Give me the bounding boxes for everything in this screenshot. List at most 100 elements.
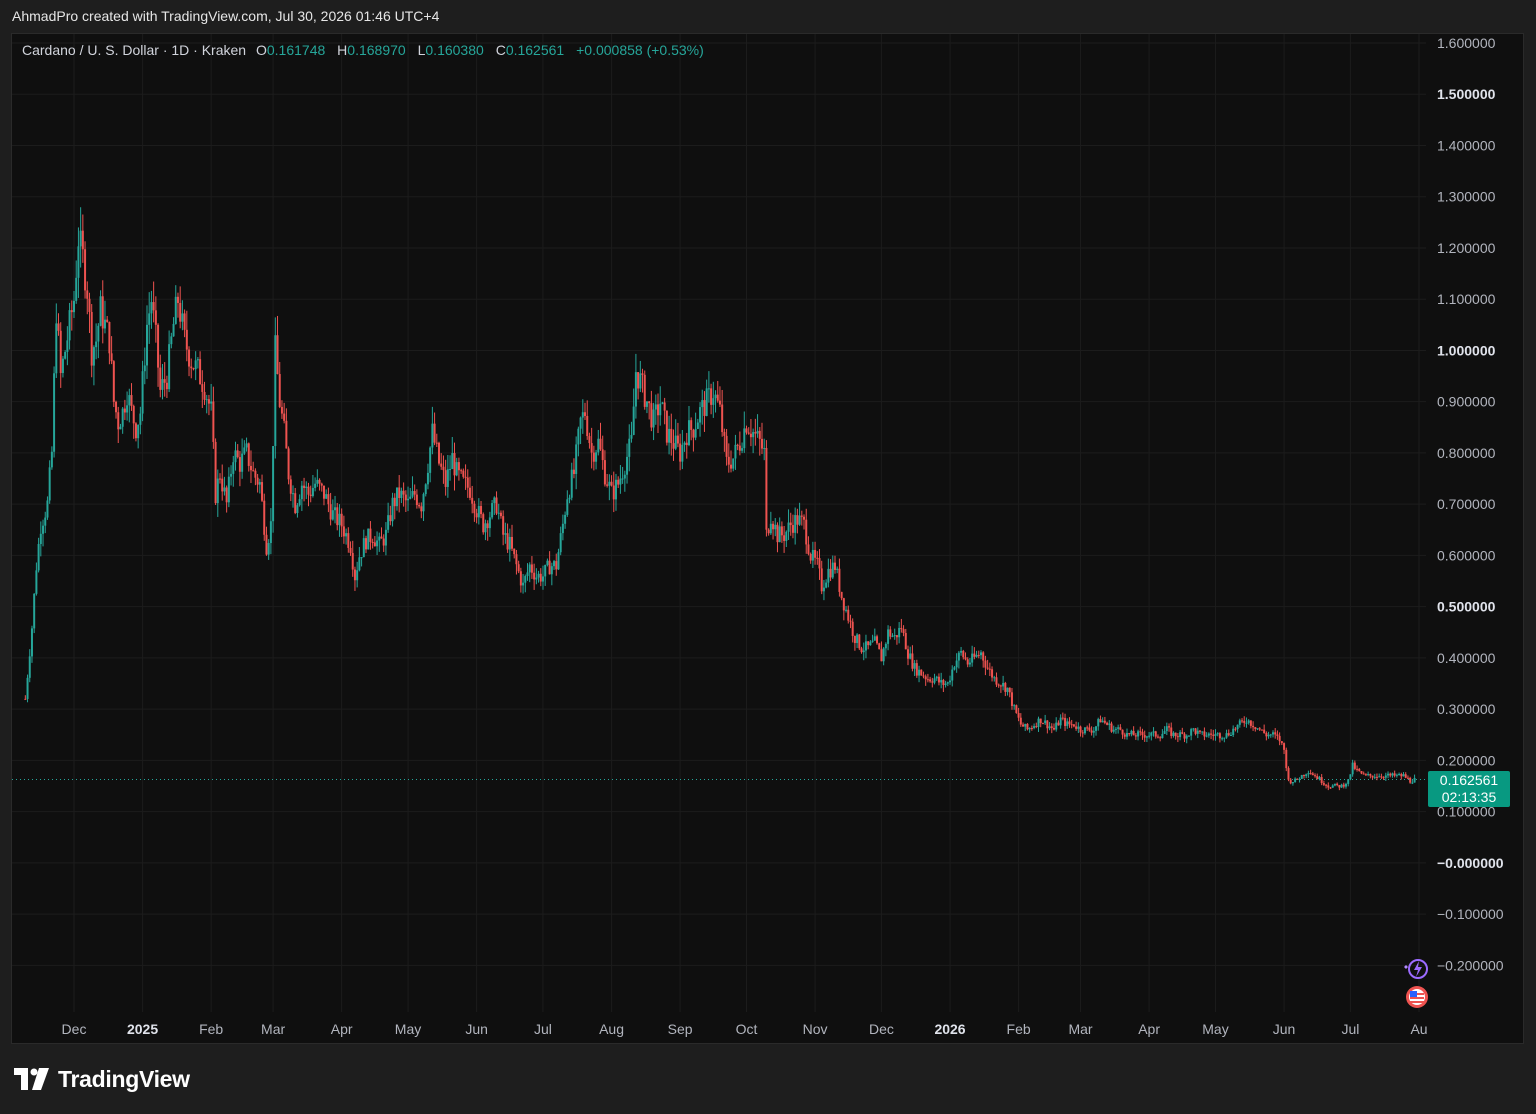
candle-body [367,528,370,550]
candle [247,442,250,472]
candle [860,646,863,654]
tradingview-logo[interactable]: TradingView [14,1064,190,1094]
candle [911,645,914,672]
candle-body [918,669,921,676]
candle-body [126,405,129,413]
candle-body [674,435,677,449]
candle [679,433,682,471]
candle [367,528,370,550]
candle-body [734,444,737,459]
candle [1137,729,1140,741]
candle-body [986,667,989,669]
candle [789,512,792,536]
candle-body [822,587,825,592]
candle [497,503,500,520]
candle-body [1245,722,1248,724]
candle [716,380,719,403]
candle-body [320,483,323,486]
candle [701,389,704,425]
candle [1252,721,1255,731]
candle-body [132,406,135,424]
candle-body [878,643,881,650]
candle [1088,723,1091,732]
chart-panel[interactable]: 1.600000 1.500000 1.400000 1.300000 1.200000… [11,33,1524,1044]
candle [904,628,907,650]
candle-body [683,442,686,445]
candle-body [1269,734,1272,736]
candle-body [800,515,803,517]
time-tick-label: Jul [534,1021,552,1037]
candle [1409,776,1412,784]
candle [26,674,29,703]
candle-body [278,374,281,407]
candle-body [146,324,149,366]
us-flag-icon[interactable] [1405,985,1429,1009]
candle-body [462,470,465,477]
candle-body [360,557,363,559]
candle [1057,720,1060,726]
candle [137,424,140,449]
candle [1123,732,1126,740]
candle-body [730,464,733,469]
price-axis[interactable]: 1.600000 1.500000 1.400000 1.300000 1.200000… [1437,35,1504,973]
lightning-icon[interactable] [1400,955,1430,983]
candle-body [1050,726,1053,728]
candle-body [115,401,118,413]
candle-body [373,542,376,547]
candle [805,508,808,554]
candle-body [1187,735,1190,737]
candle-body [95,341,98,348]
candle [798,502,801,526]
candle-body [811,549,814,561]
candle-body [1041,723,1044,725]
candle [623,470,626,492]
candle-body [590,443,593,453]
candle-body [780,526,783,536]
candle [659,386,662,426]
candle [1192,727,1195,732]
time-tick-label: Dec [62,1021,87,1037]
candle-body [1004,682,1007,692]
candle [590,427,593,469]
time-tick-label: May [395,1021,421,1037]
candle [112,360,115,408]
candle-body [256,477,259,485]
candle [232,455,235,487]
candle-body [1236,724,1239,730]
candle [570,462,573,501]
candle [1387,771,1390,779]
candle [1210,729,1213,740]
candle-body [1320,777,1323,784]
candle-body [64,351,67,359]
candle-body [659,403,662,416]
candle [1030,725,1033,731]
candle [1369,773,1372,779]
candle-body [949,680,952,683]
candle-body [1192,728,1195,730]
candle-body [718,400,721,405]
candle-body [699,407,702,423]
price-tick-label: 0.800000 [1437,445,1496,461]
candle-body [778,526,781,543]
candle-body [1101,720,1104,723]
candle [491,499,494,520]
candle-body [1329,787,1332,789]
candle-body [922,675,925,677]
candle-body [119,426,122,430]
candle [480,501,483,519]
candle [741,442,744,454]
time-axis[interactable]: Dec 2025 Feb Mar Apr May Jun Jul Aug Sep Oct Nov Dec… [62,1021,1428,1037]
candle-body [369,528,372,542]
candle-body [738,445,741,451]
candle-body [1092,730,1095,733]
candle [878,642,881,650]
candle-body [829,568,832,578]
candle-body [1028,727,1031,730]
candle [1039,718,1042,728]
candle [1163,726,1166,734]
candle [745,425,748,435]
candle [1196,727,1199,739]
price-chart[interactable]: 1.600000 1.500000 1.400000 1.300000 1.200000… [12,34,1523,1043]
candle [1066,718,1069,729]
candle-body [86,290,89,299]
